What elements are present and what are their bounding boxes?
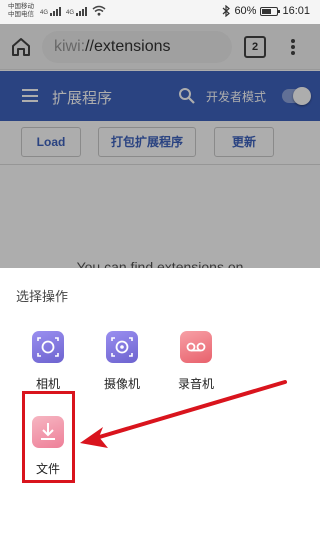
wifi-icon (92, 5, 106, 16)
action-chooser-sheet: 选择操作 相机 摄像机 录音机 文件 (0, 268, 320, 538)
status-right: 60% 16:01 (222, 5, 310, 17)
signal-icon: 4G (40, 7, 62, 16)
carrier-labels: 中国移动 中国电信 (8, 3, 34, 19)
battery-icon (260, 6, 281, 16)
carrier-2: 中国电信 (8, 11, 34, 18)
net-type-2: 4G (66, 10, 75, 16)
bluetooth-icon (223, 5, 231, 17)
signal-icons: 4G 4G (40, 5, 106, 16)
signal-icon-2: 4G (66, 7, 88, 16)
carrier-1: 中国移动 (8, 3, 34, 10)
status-bar: 中国移动 中国电信 4G 4G 60% 16:01 (0, 0, 320, 24)
battery-percent: 60% (234, 5, 257, 17)
clock: 16:01 (282, 5, 310, 17)
annotation-arrow (80, 380, 287, 448)
net-type-1: 4G (40, 10, 49, 16)
